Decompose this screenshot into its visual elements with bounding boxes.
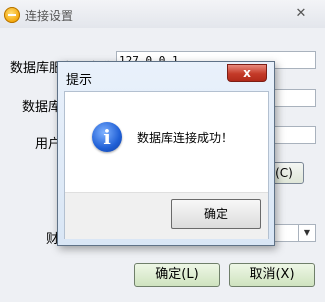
dialog-footer: 确定 <box>65 192 268 239</box>
ok-button[interactable]: 确定(L) <box>134 263 220 287</box>
dialog-title: 提示 <box>66 73 93 88</box>
dialog-body: i 数据库连接成功！ 确定 <box>64 91 269 239</box>
chevron-down-icon[interactable]: ▼ <box>298 224 316 242</box>
info-icon: i <box>92 122 122 152</box>
message-dialog: 提示 x i 数据库连接成功！ 确定 <box>57 61 275 246</box>
window-titlebar: 连接设置 ✕ <box>0 0 325 28</box>
window-title: 连接设置 <box>25 9 74 23</box>
database-label: 数据库 <box>22 100 62 115</box>
user-input[interactable] <box>270 126 316 144</box>
cancel-button[interactable]: 取消(X) <box>229 263 315 287</box>
dialog-close-button[interactable]: x <box>227 64 267 82</box>
app-icon <box>4 7 20 23</box>
window-close-button[interactable]: ✕ <box>295 7 307 20</box>
database-input[interactable] <box>270 89 316 107</box>
dialog-message: 数据库连接成功！ <box>137 131 234 145</box>
dialog-ok-button[interactable]: 确定 <box>171 199 261 229</box>
